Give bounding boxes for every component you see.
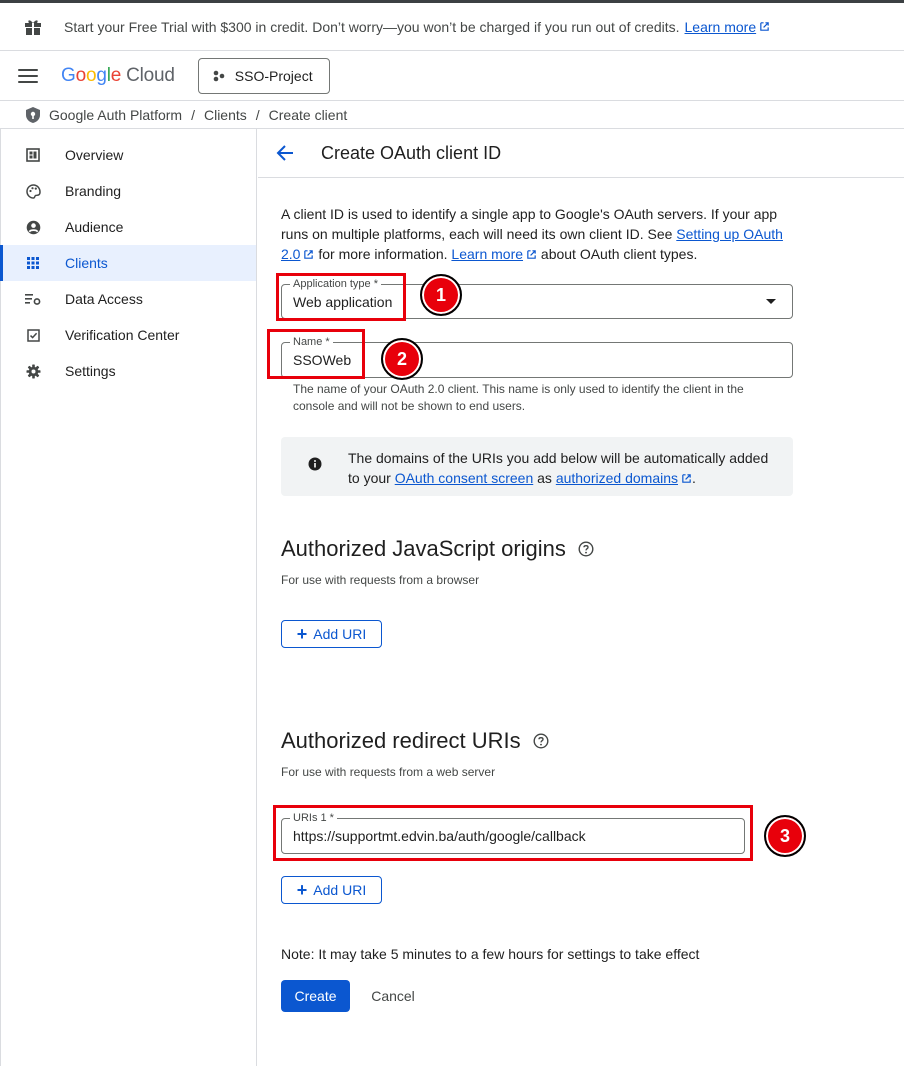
google-cloud-logo[interactable]: Google Cloud	[61, 65, 175, 87]
data-settings-icon	[25, 291, 41, 307]
dropdown-arrow-icon	[766, 299, 776, 304]
hamburger-menu-icon[interactable]	[18, 68, 38, 83]
help-icon[interactable]	[578, 541, 594, 557]
annotation-box-2	[267, 329, 365, 379]
add-js-origin-button[interactable]: + Add URI	[281, 620, 382, 648]
sidebar-item-label: Overview	[65, 147, 124, 163]
oauth-consent-screen-link[interactable]: OAuth consent screen	[395, 470, 534, 486]
plus-icon: +	[296, 624, 308, 644]
banner-learn-more-link[interactable]: Learn more	[685, 19, 757, 35]
external-link-icon	[304, 250, 314, 259]
sidebar-item-label: Verification Center	[65, 327, 180, 343]
gear-icon	[25, 363, 41, 379]
annotation-badge-1: 1	[420, 274, 462, 316]
page-title: Create OAuth client ID	[321, 142, 502, 163]
help-icon[interactable]	[533, 733, 549, 749]
info-box: The domains of the URIs you add below wi…	[281, 437, 793, 496]
js-origins-subtext: For use with requests from a browser	[281, 573, 480, 587]
page-header: Create OAuth client ID	[258, 129, 904, 178]
shield-icon	[26, 107, 40, 123]
authorized-domains-link[interactable]: authorized domains	[556, 470, 678, 486]
trial-banner: Start your Free Trial with $300 in credi…	[0, 3, 904, 51]
name-hint: The name of your OAuth 2.0 client. This …	[293, 382, 744, 413]
project-icon	[213, 70, 225, 81]
person-icon	[25, 219, 41, 235]
create-button[interactable]: Create	[281, 980, 350, 1012]
sidebar-item-branding[interactable]: Branding	[2, 173, 256, 209]
sidebar-item-label: Settings	[65, 363, 116, 379]
cancel-button[interactable]: Cancel	[360, 980, 426, 1012]
sidebar-item-audience[interactable]: Audience	[2, 209, 256, 245]
project-name: SSO-Project	[234, 67, 313, 84]
sidebar-item-verification-center[interactable]: Verification Center	[2, 317, 256, 353]
logo-cloud: Cloud	[126, 64, 175, 86]
back-arrow-icon[interactable]	[276, 144, 294, 162]
redirect-uris-heading: Authorized redirect URIs	[281, 728, 549, 754]
gift-icon	[25, 19, 41, 35]
settings-note: Note: It may take 5 minutes to a few hou…	[281, 946, 700, 962]
redirect-uris-subtext: For use with requests from a web server	[281, 765, 496, 779]
sidebar-item-label: Audience	[65, 219, 124, 235]
external-link-icon	[760, 22, 769, 31]
grid-icon	[25, 255, 41, 271]
sidebar-item-label: Data Access	[65, 291, 143, 307]
sidebar-item-label: Clients	[65, 255, 108, 271]
breadcrumb-item: Create client	[268, 107, 348, 123]
logo-google: Google	[61, 64, 122, 86]
sidebar: Overview Branding Audience Clients Data …	[0, 129, 257, 1066]
project-picker-button[interactable]: SSO-Project	[197, 57, 330, 94]
breadcrumb-item[interactable]: Google Auth Platform	[49, 107, 182, 123]
info-icon	[308, 457, 322, 471]
app-header: Google Cloud SSO-Project	[0, 51, 904, 101]
info-text: The domains of the URIs you add below wi…	[348, 450, 769, 486]
learn-more-link[interactable]: Learn more	[451, 246, 523, 262]
sidebar-item-data-access[interactable]: Data Access	[2, 281, 256, 317]
annotation-box-3	[273, 805, 753, 861]
breadcrumb: Google Auth Platform / Clients / Create …	[0, 102, 904, 129]
banner-text: Start your Free Trial with $300 in credi…	[64, 18, 680, 35]
external-link-icon	[682, 474, 691, 483]
annotation-badge-2: 2	[381, 338, 423, 380]
intro-text: A client ID is used to identify a single…	[281, 206, 783, 262]
palette-icon	[25, 183, 41, 199]
add-redirect-uri-button[interactable]: + Add URI	[281, 876, 382, 904]
sidebar-item-overview[interactable]: Overview	[2, 137, 256, 173]
sidebar-item-settings[interactable]: Settings	[2, 353, 256, 389]
checkbox-icon	[25, 327, 41, 343]
sidebar-item-label: Branding	[65, 183, 122, 199]
sidebar-item-clients[interactable]: Clients	[0, 245, 256, 281]
main-content: Create OAuth client ID A client ID is us…	[258, 129, 904, 1066]
dashboard-icon	[25, 147, 41, 163]
js-origins-heading: Authorized JavaScript origins	[281, 536, 594, 562]
breadcrumb-item[interactable]: Clients	[204, 107, 247, 123]
external-link-icon	[527, 250, 536, 259]
annotation-box-1	[276, 273, 406, 321]
plus-icon: +	[296, 880, 308, 900]
annotation-badge-3: 3	[764, 815, 806, 857]
